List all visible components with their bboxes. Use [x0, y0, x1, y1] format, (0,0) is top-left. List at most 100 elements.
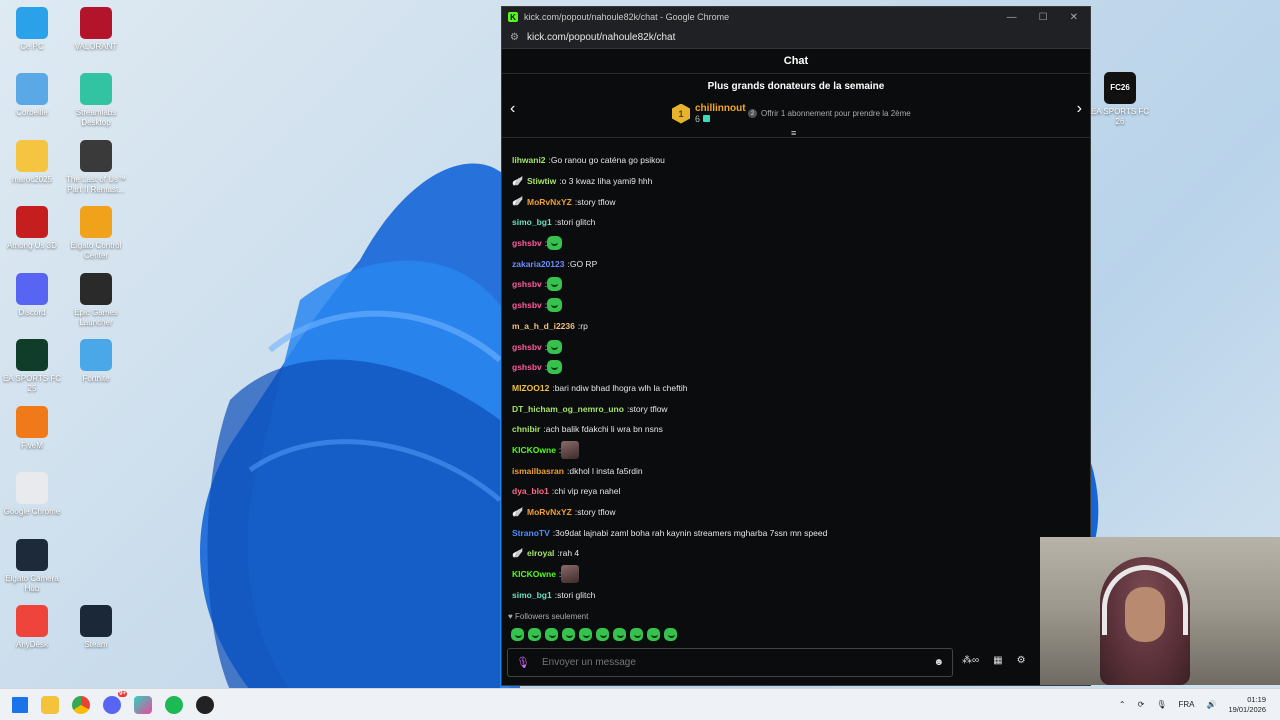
chat-username[interactable]: StranoTV: [512, 528, 550, 538]
chat-username[interactable]: MoRvNxYZ: [527, 507, 572, 517]
maximize-button[interactable]: ☐: [1039, 12, 1048, 23]
chat-username[interactable]: gshsbv: [512, 279, 542, 289]
desktop-icon[interactable]: Streamlabs Desktop: [65, 73, 127, 128]
chevron-left-icon[interactable]: ‹: [510, 100, 515, 118]
emote-icon[interactable]: [545, 628, 558, 641]
emote-icon[interactable]: [547, 360, 563, 375]
chat-username[interactable]: m_a_h_d_i2236: [512, 321, 575, 331]
desktop-icon[interactable]: maroc2025: [1, 140, 63, 185]
desktop-icon[interactable]: Fortnite: [65, 339, 127, 384]
spotify-icon[interactable]: [165, 695, 183, 714]
desktop-icon[interactable]: The Last of Us™ Part II Remast...: [65, 140, 127, 195]
face-emote-icon[interactable]: [561, 440, 580, 459]
emote-icon[interactable]: [630, 628, 643, 641]
desktop-icon[interactable]: Elgato Camera Hub: [1, 539, 63, 594]
chevron-up-icon[interactable]: ⌃: [1119, 700, 1126, 709]
desktop-icon[interactable]: Ce PC: [1, 7, 63, 52]
desktop-icon[interactable]: Google Chrome: [1, 472, 63, 517]
desktop-icon-ea-fc26[interactable]: FC26 EA SPORTS FC 26: [1089, 72, 1151, 127]
desktop-icon-label: EA SPORTS FC 25: [2, 374, 62, 393]
chat-text: rp: [580, 320, 588, 331]
chat-username[interactable]: simo_bg1: [512, 590, 552, 600]
capcut-icon[interactable]: [134, 695, 152, 714]
chat-message: gshsbv:: [502, 274, 1092, 295]
desktop-icon[interactable]: AnyDesk: [1, 605, 63, 650]
app-icon: [80, 73, 112, 105]
emote-icon[interactable]: [528, 628, 541, 641]
chat-username[interactable]: KICKOwne: [512, 569, 556, 579]
points-icon[interactable]: ⁂∞: [962, 655, 979, 666]
chat-username[interactable]: elroyal: [527, 548, 554, 558]
chat-username[interactable]: simo_bg1: [512, 217, 552, 227]
sort-icon[interactable]: ≡: [791, 128, 796, 138]
desktop-icon[interactable]: Discord: [1, 273, 63, 318]
chevron-right-icon[interactable]: ›: [1077, 100, 1082, 118]
desktop-icon[interactable]: FiveM: [1, 406, 63, 451]
emote-icon[interactable]: [579, 628, 592, 641]
gift-sub-offer[interactable]: 2 Offrir 1 abonnement pour prendre la 2è…: [748, 109, 911, 118]
app-icon: [80, 605, 112, 637]
desktop-icon-label: Streamlabs Desktop: [75, 108, 117, 127]
chat-message: 🪽 MoRvNxYZ: story tflow: [502, 502, 1092, 523]
close-button[interactable]: ✕: [1070, 12, 1078, 23]
chat-username[interactable]: gshsbv: [512, 238, 542, 248]
emote-icon[interactable]: [547, 339, 563, 354]
discord-icon[interactable]: 9+: [103, 690, 127, 714]
emote-icon[interactable]: [547, 236, 563, 251]
emote-icon[interactable]: [511, 628, 524, 641]
message-input[interactable]: [541, 657, 934, 668]
gear-icon[interactable]: ⚙: [1017, 655, 1026, 666]
chat-username[interactable]: chnibir: [512, 424, 540, 434]
desktop-icon[interactable]: VALORANT: [65, 7, 127, 52]
chat-username[interactable]: ismailbasran: [512, 466, 564, 476]
emoji-button-icon[interactable]: ☻: [933, 657, 944, 668]
volume-icon[interactable]: 🔊: [1206, 700, 1216, 709]
emote-icon[interactable]: [664, 628, 677, 641]
face-emote-icon[interactable]: [561, 565, 580, 584]
chat-username[interactable]: gshsbv: [512, 342, 542, 352]
minimize-button[interactable]: —: [1007, 12, 1017, 23]
chat-username[interactable]: MIZOO12: [512, 383, 549, 393]
chat-username[interactable]: DT_hicham_og_nemro_uno: [512, 404, 624, 414]
chat-message: chnibir: ach balik fdakchi li wra bn nsn…: [502, 419, 1092, 440]
store-icon[interactable]: ▦: [993, 655, 1002, 666]
chat-message: KICKOwne:: [502, 564, 1092, 585]
language-indicator[interactable]: FRA: [1178, 700, 1194, 709]
desktop-icon[interactable]: Elgato Control Center: [65, 206, 127, 261]
desktop-icon[interactable]: Corbeille: [1, 73, 63, 118]
sync-icon[interactable]: ⟳: [1138, 700, 1145, 709]
emote-icon[interactable]: [596, 628, 609, 641]
desktop-icon[interactable]: Steam: [65, 605, 127, 650]
chat-username[interactable]: MoRvNxYZ: [527, 197, 572, 207]
donor-count: 6: [695, 114, 701, 124]
emote-icon[interactable]: [647, 628, 660, 641]
obs-icon[interactable]: [196, 695, 214, 714]
desktop-icon[interactable]: EA SPORTS FC 25: [1, 339, 63, 394]
chat-username[interactable]: zakaria20123: [512, 259, 564, 269]
microphone-tray-icon[interactable]: 🎙: [1156, 700, 1166, 709]
windows-start-icon[interactable]: [12, 696, 28, 713]
address-bar[interactable]: ⚙ kick.com/popout/nahoule82k/chat: [502, 27, 1090, 49]
emote-icon[interactable]: [547, 298, 563, 313]
emote-icon[interactable]: [613, 628, 626, 641]
chat-username[interactable]: dya_blo1: [512, 486, 549, 496]
microphone-icon[interactable]: 🎙: [516, 656, 530, 669]
chat-username[interactable]: Stiwtiw: [527, 176, 556, 186]
chrome-icon[interactable]: [72, 695, 90, 714]
desktop-icon[interactable]: Among Us 3D: [1, 206, 63, 251]
emote-icon[interactable]: [562, 628, 575, 641]
donor-name: chillinnout: [695, 103, 746, 114]
app-icon: [16, 73, 48, 105]
chat-username[interactable]: KICKOwne: [512, 445, 556, 455]
chat-username[interactable]: gshsbv: [512, 362, 542, 372]
top-donor[interactable]: 1 chillinnout 6: [672, 103, 746, 124]
desktop-icon[interactable]: Epic Games Launcher: [65, 273, 127, 328]
chat-username[interactable]: lihwani2: [512, 155, 546, 165]
chat-username[interactable]: gshsbv: [512, 300, 542, 310]
emote-icon[interactable]: [547, 277, 563, 292]
window-titlebar[interactable]: K kick.com/popout/nahoule82k/chat - Goog…: [502, 7, 1090, 27]
file-explorer-icon[interactable]: [41, 695, 59, 714]
clock[interactable]: 01:19 19/01/2026: [1228, 695, 1266, 715]
site-info-icon[interactable]: ⚙: [510, 32, 519, 43]
desktop-icon-label: Corbeille: [16, 108, 48, 117]
